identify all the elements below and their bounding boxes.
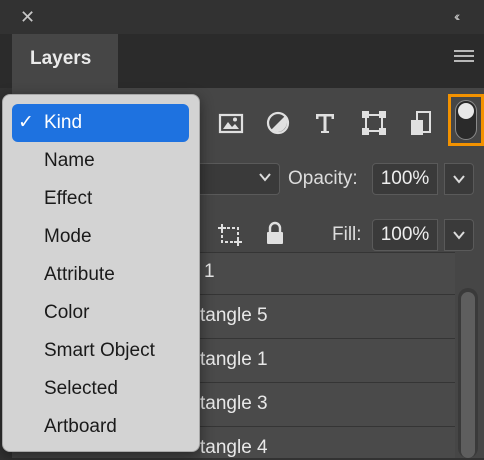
- type-filter-icon[interactable]: [310, 108, 340, 138]
- layer-name: 1: [204, 261, 215, 282]
- fill-field[interactable]: 100%: [372, 219, 438, 251]
- smart-object-filter-icon[interactable]: [406, 108, 436, 138]
- menu-item-artboard[interactable]: Artboard: [44, 415, 117, 439]
- layer-name: tangle 3: [200, 393, 268, 414]
- opacity-dropdown-button[interactable]: [444, 163, 474, 195]
- opacity-field[interactable]: 100%: [372, 163, 438, 195]
- scrollbar-thumb[interactable]: [461, 292, 475, 458]
- filter-toggle-knob: [458, 103, 474, 119]
- menu-item-color[interactable]: Color: [44, 301, 89, 325]
- collapse-panel-icon[interactable]: ‹‹: [454, 7, 461, 25]
- fill-dropdown-button[interactable]: [444, 219, 474, 251]
- tab-layers-label: Layers: [30, 48, 92, 69]
- checkmark-icon: ✓: [18, 112, 34, 133]
- panel-menu-icon[interactable]: [454, 50, 474, 64]
- lock-all-icon[interactable]: [262, 220, 288, 248]
- opacity-label: Opacity:: [288, 168, 358, 189]
- adjustment-filter-icon[interactable]: [263, 108, 293, 138]
- artboard-lock-icon[interactable]: [216, 221, 244, 249]
- layer-name: tangle 1: [200, 349, 268, 370]
- panel-title-bar: [0, 0, 484, 34]
- layer-name: tangle 5: [200, 305, 268, 326]
- menu-item-effect[interactable]: Effect: [44, 187, 92, 211]
- close-icon[interactable]: ✕: [20, 6, 35, 28]
- menu-item-attribute[interactable]: Attribute: [44, 263, 115, 287]
- menu-item-kind-highlight[interactable]: [12, 104, 189, 142]
- menu-item-smart-object[interactable]: Smart Object: [44, 339, 155, 363]
- chevron-down-icon: [258, 170, 272, 187]
- fill-label: Fill:: [332, 224, 362, 245]
- menu-item-selected[interactable]: Selected: [44, 377, 118, 401]
- menu-item-mode[interactable]: Mode: [44, 225, 92, 249]
- layer-row[interactable]: [200, 252, 455, 294]
- layer-name: tangle 4: [200, 437, 268, 458]
- image-filter-icon[interactable]: [216, 108, 246, 138]
- menu-item-name[interactable]: Name: [44, 149, 95, 173]
- shape-filter-icon[interactable]: [359, 108, 389, 138]
- menu-item-kind[interactable]: Kind: [44, 111, 82, 135]
